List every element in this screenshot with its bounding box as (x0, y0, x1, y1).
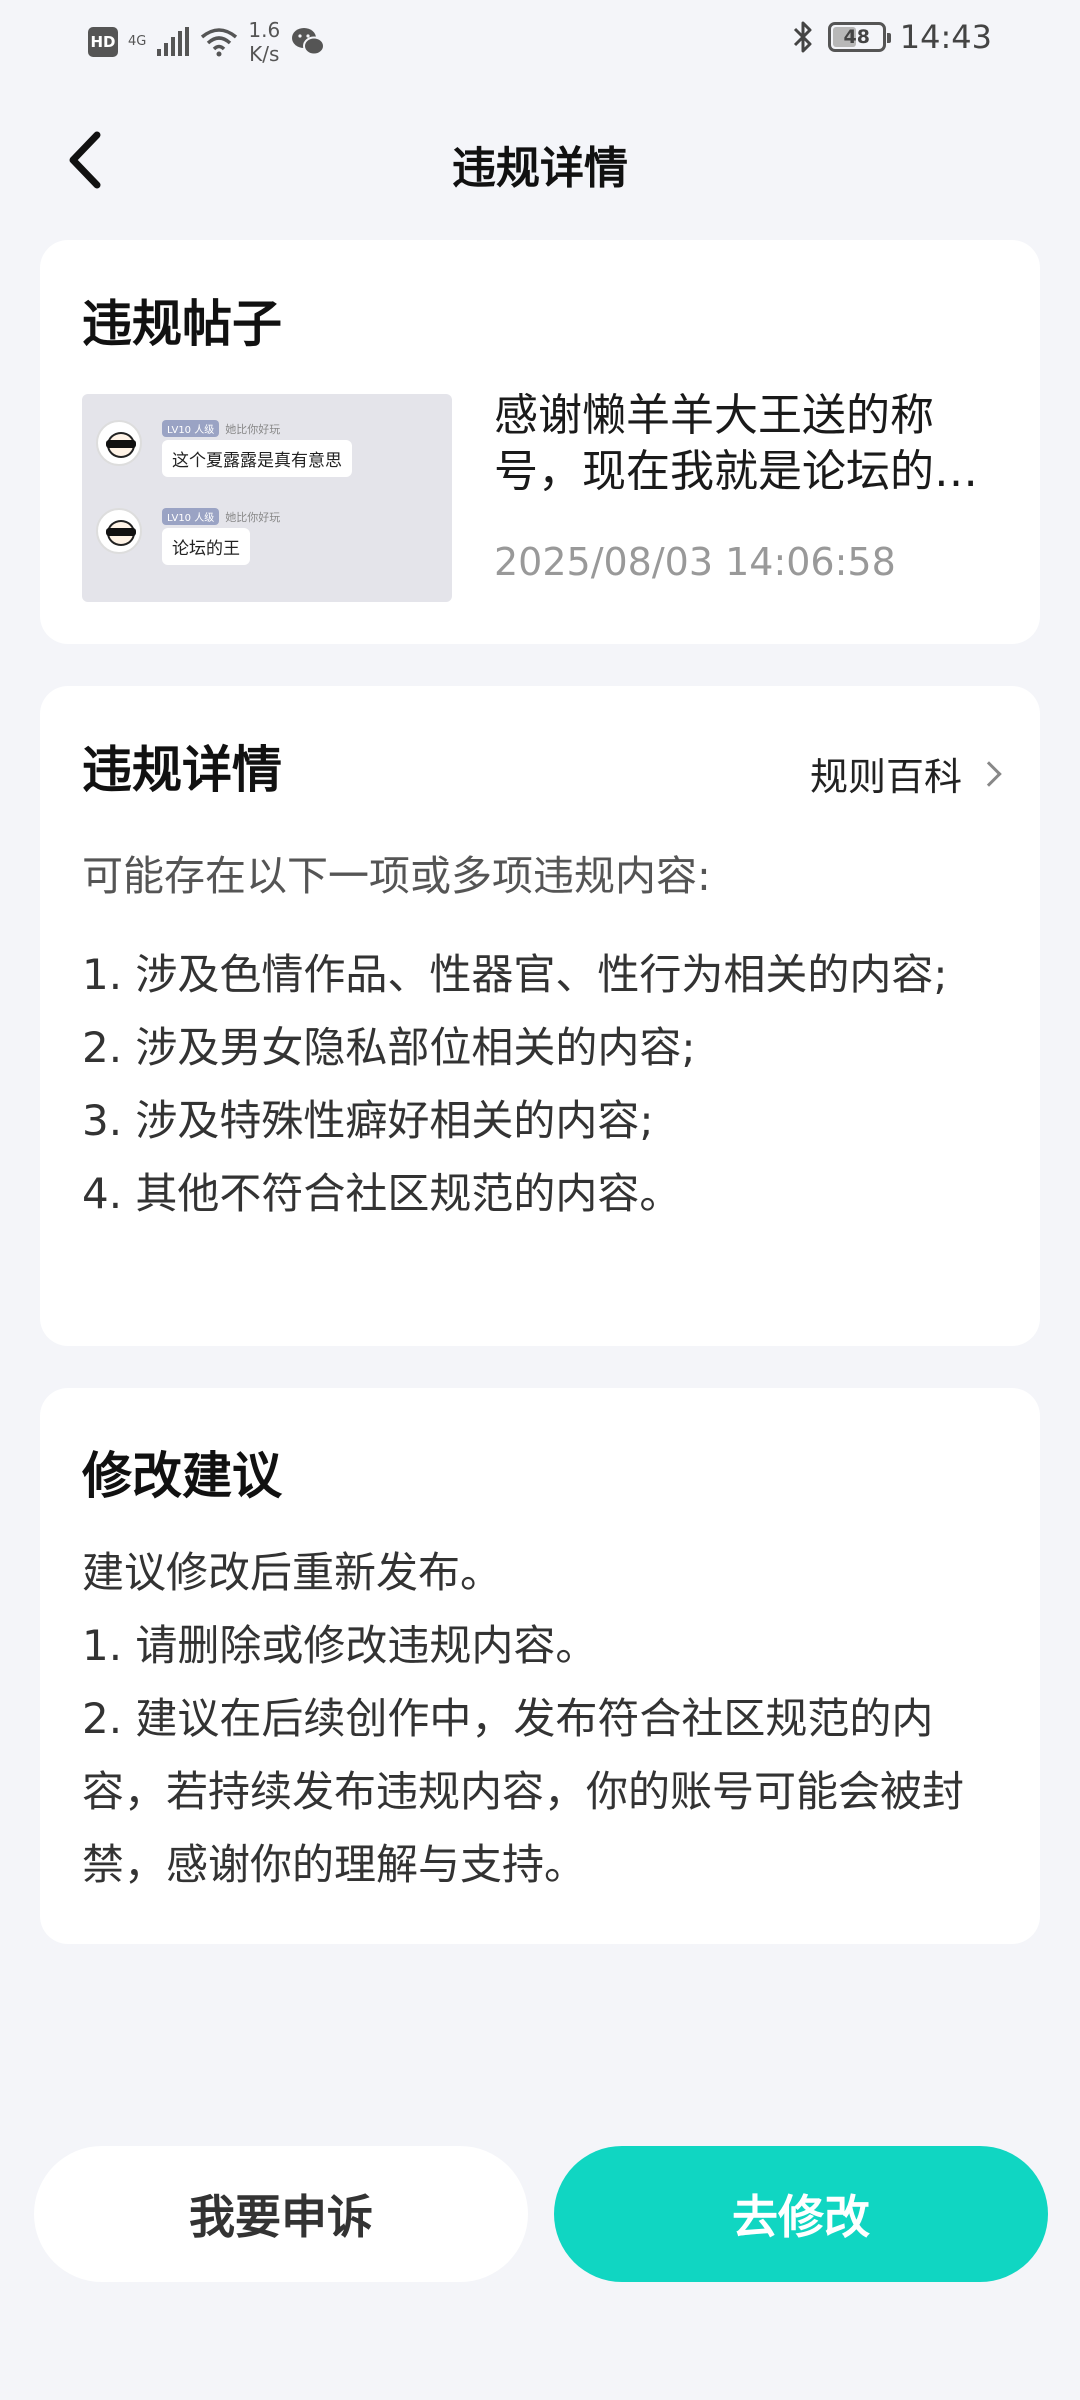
thumb-user-name: 她比你好玩 (225, 510, 281, 524)
network-type: 4G (128, 34, 147, 49)
violation-item: 4. 其他不符合社区规范的内容。 (82, 1169, 682, 1218)
suggestion-card: 修改建议 建议修改后重新发布。 1. 请删除或修改违规内容。 2. 建议在后续创… (40, 1388, 1040, 1944)
appeal-button[interactable]: 我要申诉 (34, 2146, 528, 2282)
suggestion-line: 2. 建议在后续创作中，发布符合社区规范的内容，若持续发布违规内容，你的账号可能… (82, 1694, 965, 1889)
wechat-icon (292, 28, 326, 56)
status-left: HD 4G 1.6 K/s (88, 18, 326, 66)
thumb-user-meta: LV10 人级 她比你好玩 (162, 508, 280, 525)
bluetooth-icon (793, 21, 812, 53)
violation-detail-page: HD 4G 1.6 K/s 48 14:43 违规详情 违规帖子 LV10 人级… (0, 0, 1080, 2400)
violation-detail-card: 违规详情 规则百科 可能存在以下一项或多项违规内容: 1. 涉及色情作品、性器官… (40, 686, 1040, 1346)
violation-item: 2. 涉及男女隐私部位相关的内容; (82, 1023, 696, 1072)
signal-icon (157, 27, 190, 56)
violation-post-card[interactable]: 违规帖子 LV10 人级 她比你好玩 这个夏露露是真有意思 LV10 人级 她比… (40, 240, 1040, 644)
post-card-title: 违规帖子 (82, 295, 282, 353)
thumb-message-2: LV10 人级 她比你好玩 论坛的王 (96, 508, 280, 565)
level-badge: LV10 人级 (162, 420, 220, 437)
thumb-bubble: 这个夏露露是真有意思 (162, 440, 352, 477)
speed-unit: K/s (249, 42, 280, 66)
violation-intro: 可能存在以下一项或多项违规内容: (82, 852, 711, 900)
status-right: 48 14:43 (792, 18, 992, 56)
battery-level: 48 (843, 26, 870, 48)
page-header: 违规详情 (0, 110, 1080, 210)
hd-icon: HD (88, 27, 118, 57)
suggestion-card-title: 修改建议 (82, 1447, 282, 1505)
sunglasses-icon (106, 528, 136, 536)
modify-button[interactable]: 去修改 (554, 2146, 1048, 2282)
status-bar: HD 4G 1.6 K/s 48 14:43 (0, 0, 1080, 80)
post-thumbnail: LV10 人级 她比你好玩 这个夏露露是真有意思 LV10 人级 她比你好玩 论… (82, 394, 452, 602)
suggestion-line: 建议修改后重新发布。 (82, 1548, 503, 1597)
chevron-right-icon (976, 760, 1002, 787)
speed-value: 1.6 (248, 18, 281, 42)
rules-wiki-label: 规则百科 (809, 755, 962, 799)
thumb-bubble: 论坛的王 (162, 528, 250, 565)
detail-card-title: 违规详情 (82, 741, 282, 799)
thumb-user-meta: LV10 人级 她比你好玩 (162, 420, 280, 437)
violation-list: 1. 涉及色情作品、性器官、性行为相关的内容; 2. 涉及男女隐私部位相关的内容… (82, 938, 1012, 1230)
post-title: 感谢懒羊羊大王送的称号，现在我就是论坛的王了 (494, 390, 978, 497)
violation-item: 1. 涉及色情作品、性器官、性行为相关的内容; (82, 950, 948, 999)
avatar (96, 420, 142, 466)
battery-icon: 48 (827, 22, 891, 52)
rules-wiki-link[interactable]: 规则百科 (809, 746, 1002, 801)
thumb-message-1: LV10 人级 她比你好玩 这个夏露露是真有意思 (96, 420, 352, 477)
page-title: 违规详情 (452, 143, 628, 194)
suggestion-line: 1. 请删除或修改违规内容。 (82, 1621, 598, 1670)
network-speed: 1.6 K/s (248, 18, 280, 66)
sunglasses-icon (106, 440, 136, 448)
post-timestamp: 2025/08/03 14:06:58 (494, 540, 896, 584)
violation-item: 3. 涉及特殊性癖好相关的内容; (82, 1096, 654, 1145)
suggestion-text: 建议修改后重新发布。 1. 请删除或修改违规内容。 2. 建议在后续创作中，发布… (82, 1536, 1007, 1901)
clock: 14:43 (899, 18, 992, 56)
wifi-icon (201, 28, 238, 57)
level-badge: LV10 人级 (162, 508, 220, 525)
thumb-user-name: 她比你好玩 (225, 422, 281, 436)
avatar (96, 508, 142, 554)
